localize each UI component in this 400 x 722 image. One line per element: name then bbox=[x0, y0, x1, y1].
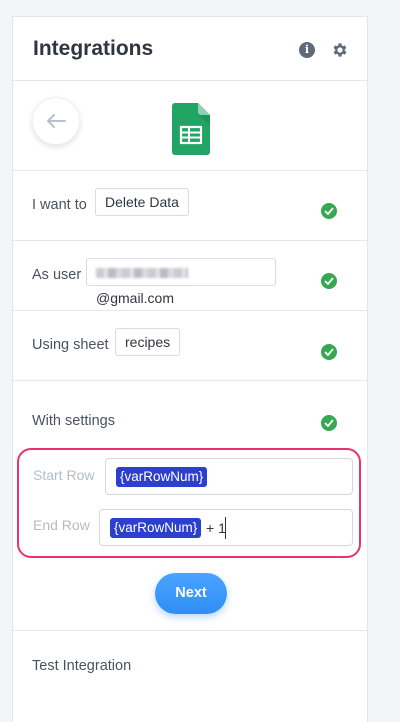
step-user: As user @gmail.com bbox=[13, 241, 367, 311]
integrations-panel: Integrations i I want to Delete Data As … bbox=[12, 16, 368, 722]
variable-chip[interactable]: {varRowNum} bbox=[110, 518, 202, 538]
arrow-left-icon bbox=[47, 114, 66, 128]
start-row-label: Start Row bbox=[33, 467, 95, 483]
step-action: I want to Delete Data bbox=[13, 171, 367, 241]
end-row-expression: + 1 bbox=[206, 520, 226, 536]
action-value[interactable]: Delete Data bbox=[95, 188, 189, 216]
end-row-label: End Row bbox=[33, 517, 90, 533]
info-icon[interactable]: i bbox=[299, 42, 315, 58]
integration-hero bbox=[13, 81, 367, 171]
user-account-value[interactable]: @gmail.com bbox=[86, 258, 276, 306]
step-sheet: Using sheet recipes bbox=[13, 311, 367, 381]
sheet-value[interactable]: recipes bbox=[115, 328, 181, 356]
step-label: Using sheet bbox=[32, 337, 109, 353]
step-label: I want to bbox=[32, 197, 87, 213]
page-title: Integrations bbox=[33, 37, 154, 60]
check-circle-icon bbox=[321, 273, 337, 289]
check-circle-icon bbox=[321, 203, 337, 219]
back-button[interactable] bbox=[32, 97, 80, 145]
start-row-input[interactable]: {varRowNum} bbox=[105, 458, 353, 495]
check-circle-icon bbox=[321, 415, 337, 431]
step-label: As user bbox=[32, 267, 82, 283]
end-row-input[interactable]: {varRowNum} + 1 bbox=[99, 509, 353, 546]
text-caret bbox=[225, 517, 226, 539]
test-integration-section[interactable]: Test Integration bbox=[32, 658, 131, 674]
gear-icon[interactable] bbox=[331, 41, 349, 59]
settings-highlight: Start Row {varRowNum} End Row {varRowNum… bbox=[17, 448, 361, 558]
next-button[interactable]: Next bbox=[155, 573, 227, 614]
panel-header: Integrations i bbox=[13, 17, 367, 81]
step-label: With settings bbox=[32, 413, 115, 429]
email-domain: @gmail.com bbox=[96, 290, 175, 306]
redacted-email bbox=[96, 268, 188, 279]
divider bbox=[13, 630, 367, 631]
google-sheets-icon bbox=[172, 103, 210, 155]
variable-chip[interactable]: {varRowNum} bbox=[116, 467, 208, 487]
check-circle-icon bbox=[321, 344, 337, 360]
